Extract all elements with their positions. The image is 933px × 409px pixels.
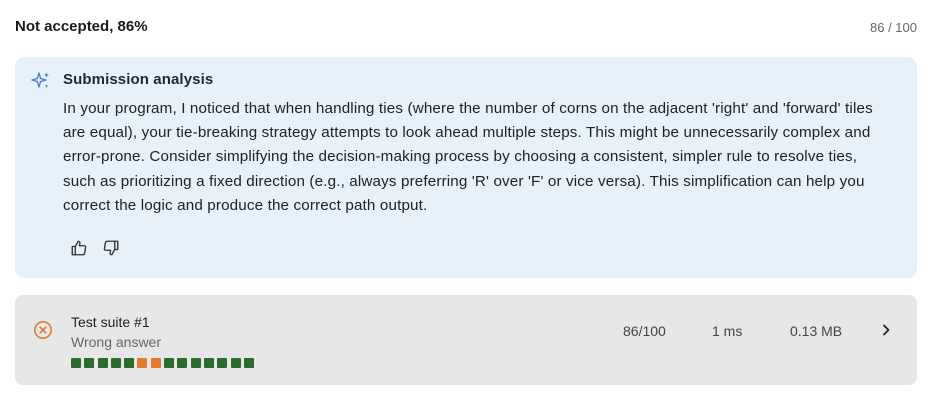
test-case-fail[interactable]	[137, 358, 148, 368]
test-case-pass[interactable]	[203, 358, 214, 368]
result-status-title: Not accepted, 86%	[15, 18, 148, 35]
test-case-pass[interactable]	[243, 358, 254, 368]
test-case-pass[interactable]	[84, 358, 95, 368]
test-case-pass[interactable]	[97, 358, 108, 368]
test-case-pass[interactable]	[164, 358, 175, 368]
analysis-text: In your program, I noticed that when han…	[63, 100, 873, 214]
result-header: Not accepted, 86% 86 / 100	[15, 18, 917, 40]
test-suite-name: Test suite #1	[71, 314, 150, 330]
fail-circle-icon	[33, 320, 53, 340]
test-case-pass[interactable]	[230, 358, 241, 368]
thumbs-down-icon[interactable]	[101, 238, 121, 258]
test-case-pass[interactable]	[190, 358, 201, 368]
test-case-pass[interactable]	[124, 358, 135, 368]
feedback-buttons	[69, 238, 121, 258]
analysis-title: Submission analysis	[63, 71, 214, 88]
test-case-pass[interactable]	[71, 358, 81, 368]
test-suite-status: Wrong answer	[71, 334, 162, 350]
test-suite-memory: 0.13 MB	[790, 323, 843, 339]
test-suite-score: 86/100	[623, 323, 666, 339]
test-case-pass[interactable]	[217, 358, 228, 368]
test-suite-time: 1 ms	[712, 323, 743, 339]
chevron-right-icon[interactable]	[879, 323, 893, 337]
test-case-indicators	[71, 358, 254, 368]
sparkle-icon	[31, 71, 51, 91]
test-case-pass[interactable]	[110, 358, 121, 368]
submission-analysis-panel: Submission analysis In your program, I n…	[15, 57, 917, 278]
test-case-pass[interactable]	[177, 358, 188, 368]
test-case-fail[interactable]	[150, 358, 161, 368]
test-suite-row[interactable]: Test suite #1 Wrong answer 86/100 1 ms 0…	[15, 295, 917, 385]
result-score: 86 / 100	[870, 20, 917, 35]
thumbs-up-icon[interactable]	[69, 238, 89, 258]
